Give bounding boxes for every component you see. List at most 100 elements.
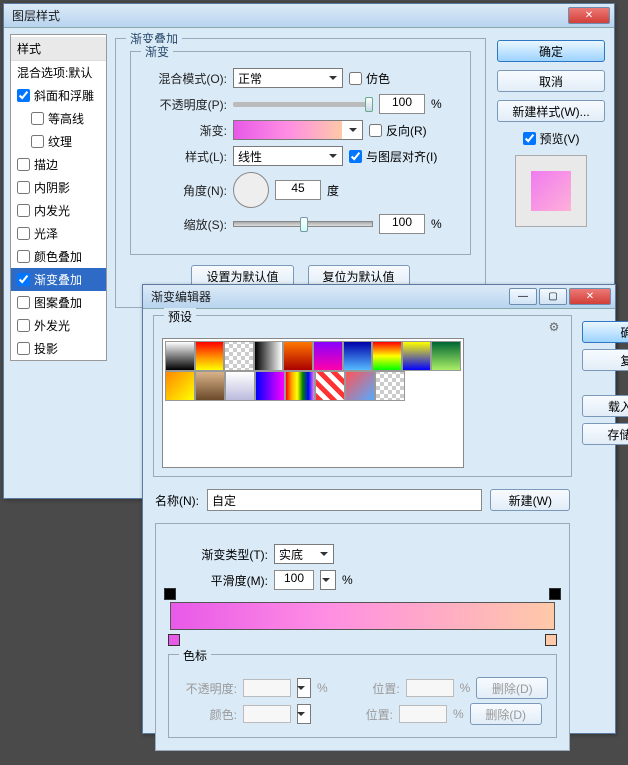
stop-color-menu[interactable] bbox=[297, 704, 311, 724]
ge-ok-button[interactable]: 确定 bbox=[582, 321, 628, 343]
opacity-slider[interactable] bbox=[233, 102, 373, 107]
ge-titlebar[interactable]: 渐变编辑器 — ▢ ✕ bbox=[143, 285, 615, 309]
style-check-texture[interactable] bbox=[31, 135, 44, 148]
stop-opacity-menu[interactable] bbox=[297, 678, 311, 698]
style-check-drop-shadow[interactable] bbox=[17, 342, 30, 355]
angle-value[interactable]: 45 bbox=[275, 180, 321, 200]
style-check-inner-glow[interactable] bbox=[17, 204, 30, 217]
dither-checkbox[interactable] bbox=[349, 72, 362, 85]
preset-swatch[interactable] bbox=[372, 341, 402, 371]
minimize-icon[interactable]: — bbox=[509, 288, 537, 305]
stop-pos-label: 位置: bbox=[360, 680, 400, 697]
stop-color-label: 颜色: bbox=[177, 706, 237, 723]
gradient-picker[interactable] bbox=[233, 120, 363, 140]
stop-pos2-input[interactable] bbox=[399, 705, 447, 723]
style-check-contour[interactable] bbox=[31, 112, 44, 125]
preset-swatch[interactable] bbox=[165, 371, 195, 401]
scale-slider[interactable] bbox=[233, 221, 373, 227]
style-check-stroke[interactable] bbox=[17, 158, 30, 171]
style-item-outer-glow[interactable]: 外发光 bbox=[11, 314, 106, 337]
align-checkbox[interactable] bbox=[349, 150, 362, 163]
style-item-inner-shadow[interactable]: 内阴影 bbox=[11, 176, 106, 199]
stop-opacity-label: 不透明度: bbox=[177, 680, 237, 697]
style-check-satin[interactable] bbox=[17, 227, 30, 240]
style-list-header[interactable]: 样式 bbox=[11, 37, 106, 61]
blend-mode-select[interactable]: 正常 bbox=[233, 68, 343, 88]
style-item-bevel[interactable]: 斜面和浮雕 bbox=[11, 84, 106, 107]
deg-label: 度 bbox=[327, 182, 339, 199]
maximize-icon[interactable]: ▢ bbox=[539, 288, 567, 305]
style-item-stroke[interactable]: 描边 bbox=[11, 153, 106, 176]
blend-options-item[interactable]: 混合选项:默认 bbox=[11, 61, 106, 84]
opacity-stop-left[interactable] bbox=[164, 588, 176, 600]
preset-swatch[interactable] bbox=[343, 341, 373, 371]
style-item-texture[interactable]: 纹理 bbox=[11, 130, 106, 153]
opacity-value[interactable]: 100 bbox=[379, 94, 425, 114]
preset-swatch[interactable] bbox=[285, 371, 315, 401]
presets-grid bbox=[162, 338, 464, 468]
gear-icon[interactable]: ⚙ bbox=[549, 320, 560, 334]
ge-load-button[interactable]: 载入(L)... bbox=[582, 395, 628, 417]
scale-value[interactable]: 100 bbox=[379, 214, 425, 234]
delete-color-stop-button[interactable]: 删除(D) bbox=[470, 703, 542, 725]
style-item-satin[interactable]: 光泽 bbox=[11, 222, 106, 245]
style-item-drop-shadow[interactable]: 投影 bbox=[11, 337, 106, 360]
style-select[interactable]: 线性 bbox=[233, 146, 343, 166]
style-check-outer-glow[interactable] bbox=[17, 319, 30, 332]
preset-swatch[interactable] bbox=[224, 341, 254, 371]
style-check-gradient-overlay[interactable] bbox=[17, 273, 30, 286]
preset-swatch[interactable] bbox=[254, 341, 284, 371]
ge-reset-button[interactable]: 复位 bbox=[582, 349, 628, 371]
style-label: 样式(L): bbox=[141, 148, 227, 165]
style-item-inner-glow[interactable]: 内发光 bbox=[11, 199, 106, 222]
preset-swatch[interactable] bbox=[195, 341, 225, 371]
preset-swatch[interactable] bbox=[313, 341, 343, 371]
angle-dial[interactable] bbox=[233, 172, 269, 208]
smoothness-menu[interactable] bbox=[320, 570, 336, 590]
scale-label: 缩放(S): bbox=[141, 216, 227, 233]
style-check-color-overlay[interactable] bbox=[17, 250, 30, 263]
preset-swatch[interactable] bbox=[345, 371, 375, 401]
ge-save-button[interactable]: 存储(S)... bbox=[582, 423, 628, 445]
preset-swatch[interactable] bbox=[431, 341, 461, 371]
stop-opacity-input[interactable] bbox=[243, 679, 291, 697]
preview-label: 预览(V) bbox=[540, 130, 580, 147]
cancel-button[interactable]: 取消 bbox=[497, 70, 605, 92]
smoothness-value[interactable]: 100 bbox=[274, 570, 314, 590]
stops-title: 色标 bbox=[179, 647, 211, 664]
opacity-label: 不透明度(P): bbox=[141, 96, 227, 113]
style-item-gradient-overlay[interactable]: 渐变叠加 bbox=[11, 268, 106, 291]
style-check-inner-shadow[interactable] bbox=[17, 181, 30, 194]
gradient-bar[interactable] bbox=[170, 602, 555, 630]
opacity-stop-right[interactable] bbox=[549, 588, 561, 600]
color-stop-right[interactable] bbox=[545, 634, 557, 646]
style-check-pattern-overlay[interactable] bbox=[17, 296, 30, 309]
ok-button[interactable]: 确定 bbox=[497, 40, 605, 62]
style-item-color-overlay[interactable]: 颜色叠加 bbox=[11, 245, 106, 268]
stop-pos-input[interactable] bbox=[406, 679, 454, 697]
titlebar[interactable]: 图层样式 ✕ bbox=[4, 4, 614, 28]
preset-swatch[interactable] bbox=[315, 371, 345, 401]
preset-swatch[interactable] bbox=[255, 371, 285, 401]
preset-swatch[interactable] bbox=[225, 371, 255, 401]
preset-swatch[interactable] bbox=[375, 371, 405, 401]
delete-opacity-stop-button[interactable]: 删除(D) bbox=[476, 677, 548, 699]
ge-close-icon[interactable]: ✕ bbox=[569, 288, 611, 305]
preset-swatch[interactable] bbox=[165, 341, 195, 371]
style-item-contour[interactable]: 等高线 bbox=[11, 107, 106, 130]
new-button[interactable]: 新建(W) bbox=[490, 489, 570, 511]
color-stop-left[interactable] bbox=[168, 634, 180, 646]
new-style-button[interactable]: 新建样式(W)... bbox=[497, 100, 605, 122]
preset-swatch[interactable] bbox=[402, 341, 432, 371]
angle-label: 角度(N): bbox=[141, 182, 227, 199]
preset-swatch[interactable] bbox=[283, 341, 313, 371]
stop-color-input[interactable] bbox=[243, 705, 291, 723]
name-input[interactable] bbox=[207, 489, 482, 511]
preview-checkbox[interactable] bbox=[523, 132, 536, 145]
preset-swatch[interactable] bbox=[195, 371, 225, 401]
style-check-bevel[interactable] bbox=[17, 89, 30, 102]
grad-type-select[interactable]: 实底 bbox=[274, 544, 334, 564]
style-item-pattern-overlay[interactable]: 图案叠加 bbox=[11, 291, 106, 314]
reverse-checkbox[interactable] bbox=[369, 124, 382, 137]
close-icon[interactable]: ✕ bbox=[568, 7, 610, 24]
